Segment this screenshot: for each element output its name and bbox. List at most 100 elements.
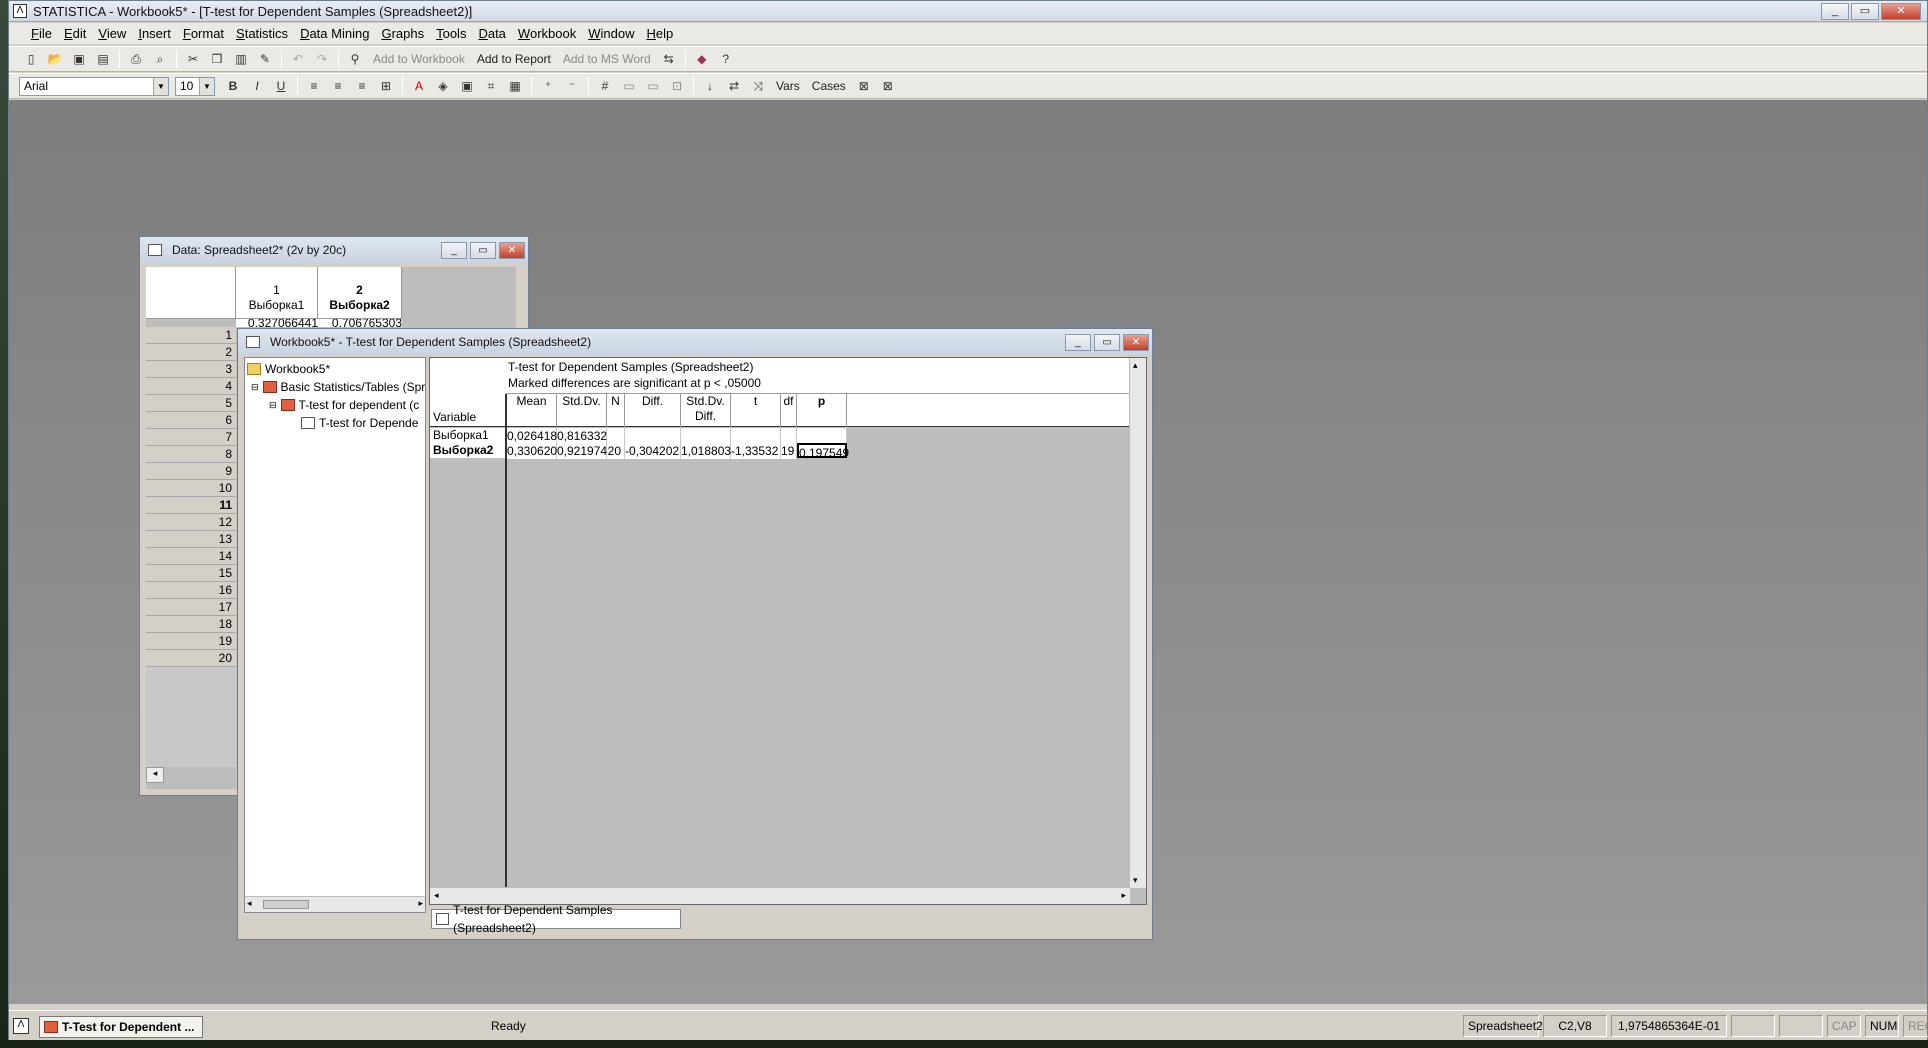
menu-help[interactable]: Help	[640, 26, 679, 41]
menu-edit[interactable]: Edit	[58, 26, 92, 41]
marking-case-icon[interactable]: ⊠	[877, 76, 899, 96]
data-cell[interactable]: 0,327066441	[236, 319, 318, 327]
align-center-icon[interactable]: ≡	[327, 76, 349, 96]
row-number[interactable]: 10	[146, 480, 236, 497]
menu-insert[interactable]: Insert	[132, 26, 177, 41]
row-number[interactable]: 7	[146, 429, 236, 446]
merge-icon[interactable]: ⊞	[375, 76, 397, 96]
menu-tools[interactable]: Tools	[430, 26, 472, 41]
minimize-button[interactable]: _	[1821, 2, 1849, 20]
data-window-titlebar[interactable]: Data: Spreadsheet2* (2v by 20c) _ ▭ ✕	[140, 237, 528, 263]
row-number[interactable]: 9	[146, 463, 236, 480]
column-header[interactable]: t	[731, 394, 781, 427]
bold-button[interactable]: B	[222, 76, 244, 96]
chevron-down-icon[interactable]: ▼	[153, 77, 168, 95]
row-number[interactable]: 12	[146, 514, 236, 531]
workbook-task-button[interactable]: T-Test for Dependent ...	[39, 1016, 203, 1038]
align-left-icon[interactable]: ≡	[303, 76, 325, 96]
scroll-left-arrow[interactable]: ◂	[247, 898, 252, 909]
lock-icon[interactable]: ⊡	[666, 76, 688, 96]
case-icon[interactable]: ▭	[618, 76, 640, 96]
menu-format[interactable]: Format	[177, 26, 230, 41]
restore-button[interactable]: ▭	[1851, 2, 1879, 20]
column-header[interactable]: Diff.	[625, 394, 681, 427]
row-number[interactable]: 4	[146, 378, 236, 395]
row-number[interactable]: 1	[146, 327, 236, 344]
column-header[interactable]: df	[781, 394, 797, 427]
row-number[interactable]: 18	[146, 616, 236, 633]
tree-node-ttest-sheet[interactable]: T-test for Depende	[301, 416, 418, 430]
row-number[interactable]: 11	[146, 497, 236, 514]
cases-menu[interactable]: Cases	[806, 79, 852, 93]
copy-icon[interactable]: ❐	[206, 49, 228, 69]
result-cell[interactable]	[625, 428, 681, 444]
data-cell[interactable]: 0,706765303	[318, 319, 402, 327]
scroll-right-arrow[interactable]: ▸	[1121, 890, 1126, 901]
grid-icon[interactable]: ▦	[504, 76, 526, 96]
results-vscrollbar[interactable]: ▴ ▾	[1129, 358, 1146, 888]
add-to-workbook-button[interactable]: Add to Workbook	[367, 52, 471, 66]
column-header[interactable]: N	[607, 394, 625, 427]
row-number[interactable]: 6	[146, 412, 236, 429]
minimize-button[interactable]: _	[1065, 333, 1091, 351]
row-number[interactable]: 2	[146, 344, 236, 361]
row-variable-label[interactable]: Выборка2	[430, 443, 505, 458]
font-color-icon[interactable]: A	[408, 76, 430, 96]
row-number[interactable]: 19	[146, 633, 236, 650]
column-header[interactable]: Std.Dv. Diff.	[681, 394, 731, 427]
add-to-report-button[interactable]: Add to Report	[471, 52, 557, 66]
menu-graphs[interactable]: Graphs	[375, 26, 430, 41]
row-number[interactable]: 14	[146, 548, 236, 565]
menu-data-mining[interactable]: Data Mining	[294, 26, 375, 41]
find-binoculars-icon[interactable]: ⚲	[344, 49, 366, 69]
result-cell[interactable]: 0,330620	[507, 443, 557, 459]
open-folder-icon[interactable]: 📂	[44, 49, 66, 69]
replace-icon[interactable]: ⇄	[723, 76, 745, 96]
scroll-left-arrow[interactable]: ◂	[434, 890, 439, 901]
scroll-down-arrow[interactable]: ▾	[1133, 875, 1138, 886]
result-cell[interactable]	[681, 428, 731, 444]
row-number[interactable]: 20	[146, 650, 236, 667]
fill-color-icon[interactable]: ◈	[432, 76, 454, 96]
increase-decimal-icon[interactable]: ⁺	[537, 76, 559, 96]
menu-workbook[interactable]: Workbook	[512, 26, 582, 41]
row-number[interactable]: 3	[146, 361, 236, 378]
menu-window[interactable]: Window	[582, 26, 640, 41]
result-cell[interactable]	[731, 428, 781, 444]
result-cell[interactable]	[781, 428, 797, 444]
result-cell[interactable]: 19	[781, 443, 797, 459]
undo-icon[interactable]: ↶	[287, 49, 309, 69]
result-cell[interactable]: 0,197549	[797, 443, 849, 460]
result-cell[interactable]: 1,018803	[681, 443, 731, 459]
new-file-icon[interactable]: ▯	[20, 49, 42, 69]
scroll-up-arrow[interactable]: ▴	[1133, 360, 1138, 371]
align-right-icon[interactable]: ≡	[351, 76, 373, 96]
add-to-msword-button[interactable]: Add to MS Word	[557, 52, 657, 66]
result-cell[interactable]	[607, 428, 625, 444]
result-cell[interactable]: 0,921974	[557, 443, 607, 459]
column-header[interactable]: p	[797, 394, 847, 427]
recode-icon[interactable]: ⤨	[747, 76, 769, 96]
row-number[interactable]: 16	[146, 582, 236, 599]
result-cell[interactable]: -1,33532	[731, 443, 781, 459]
tree-node-workbook[interactable]: Workbook5*	[247, 362, 330, 376]
row-variable-label[interactable]: Выборка1	[430, 428, 505, 443]
result-cell[interactable]: 0,026418	[507, 428, 557, 444]
chevron-down-icon[interactable]: ▼	[199, 77, 214, 95]
result-cell[interactable]: 20	[607, 443, 625, 459]
column-header[interactable]: Mean	[507, 394, 557, 427]
tree-hscrollbar[interactable]: ◂ ▸	[245, 896, 425, 912]
column-header[interactable]: Std.Dv.	[557, 394, 607, 427]
row-number[interactable]: 17	[146, 599, 236, 616]
close-button[interactable]: ✕	[1881, 2, 1921, 20]
font-combo[interactable]: Arial ▼	[19, 76, 169, 96]
menu-file[interactable]: File	[25, 26, 58, 41]
font-size-combo[interactable]: 10 ▼	[175, 76, 215, 96]
result-cell[interactable]	[797, 428, 847, 444]
workbook-titlebar[interactable]: Workbook5* - T-test for Dependent Sample…	[238, 329, 1152, 355]
maximize-button[interactable]: ▭	[470, 241, 496, 259]
link-icon[interactable]: ⇆	[658, 49, 680, 69]
collapse-icon[interactable]: ⊟	[251, 382, 259, 393]
result-cell[interactable]: -0,304202	[625, 443, 681, 459]
help-icon[interactable]: ?	[715, 49, 737, 69]
